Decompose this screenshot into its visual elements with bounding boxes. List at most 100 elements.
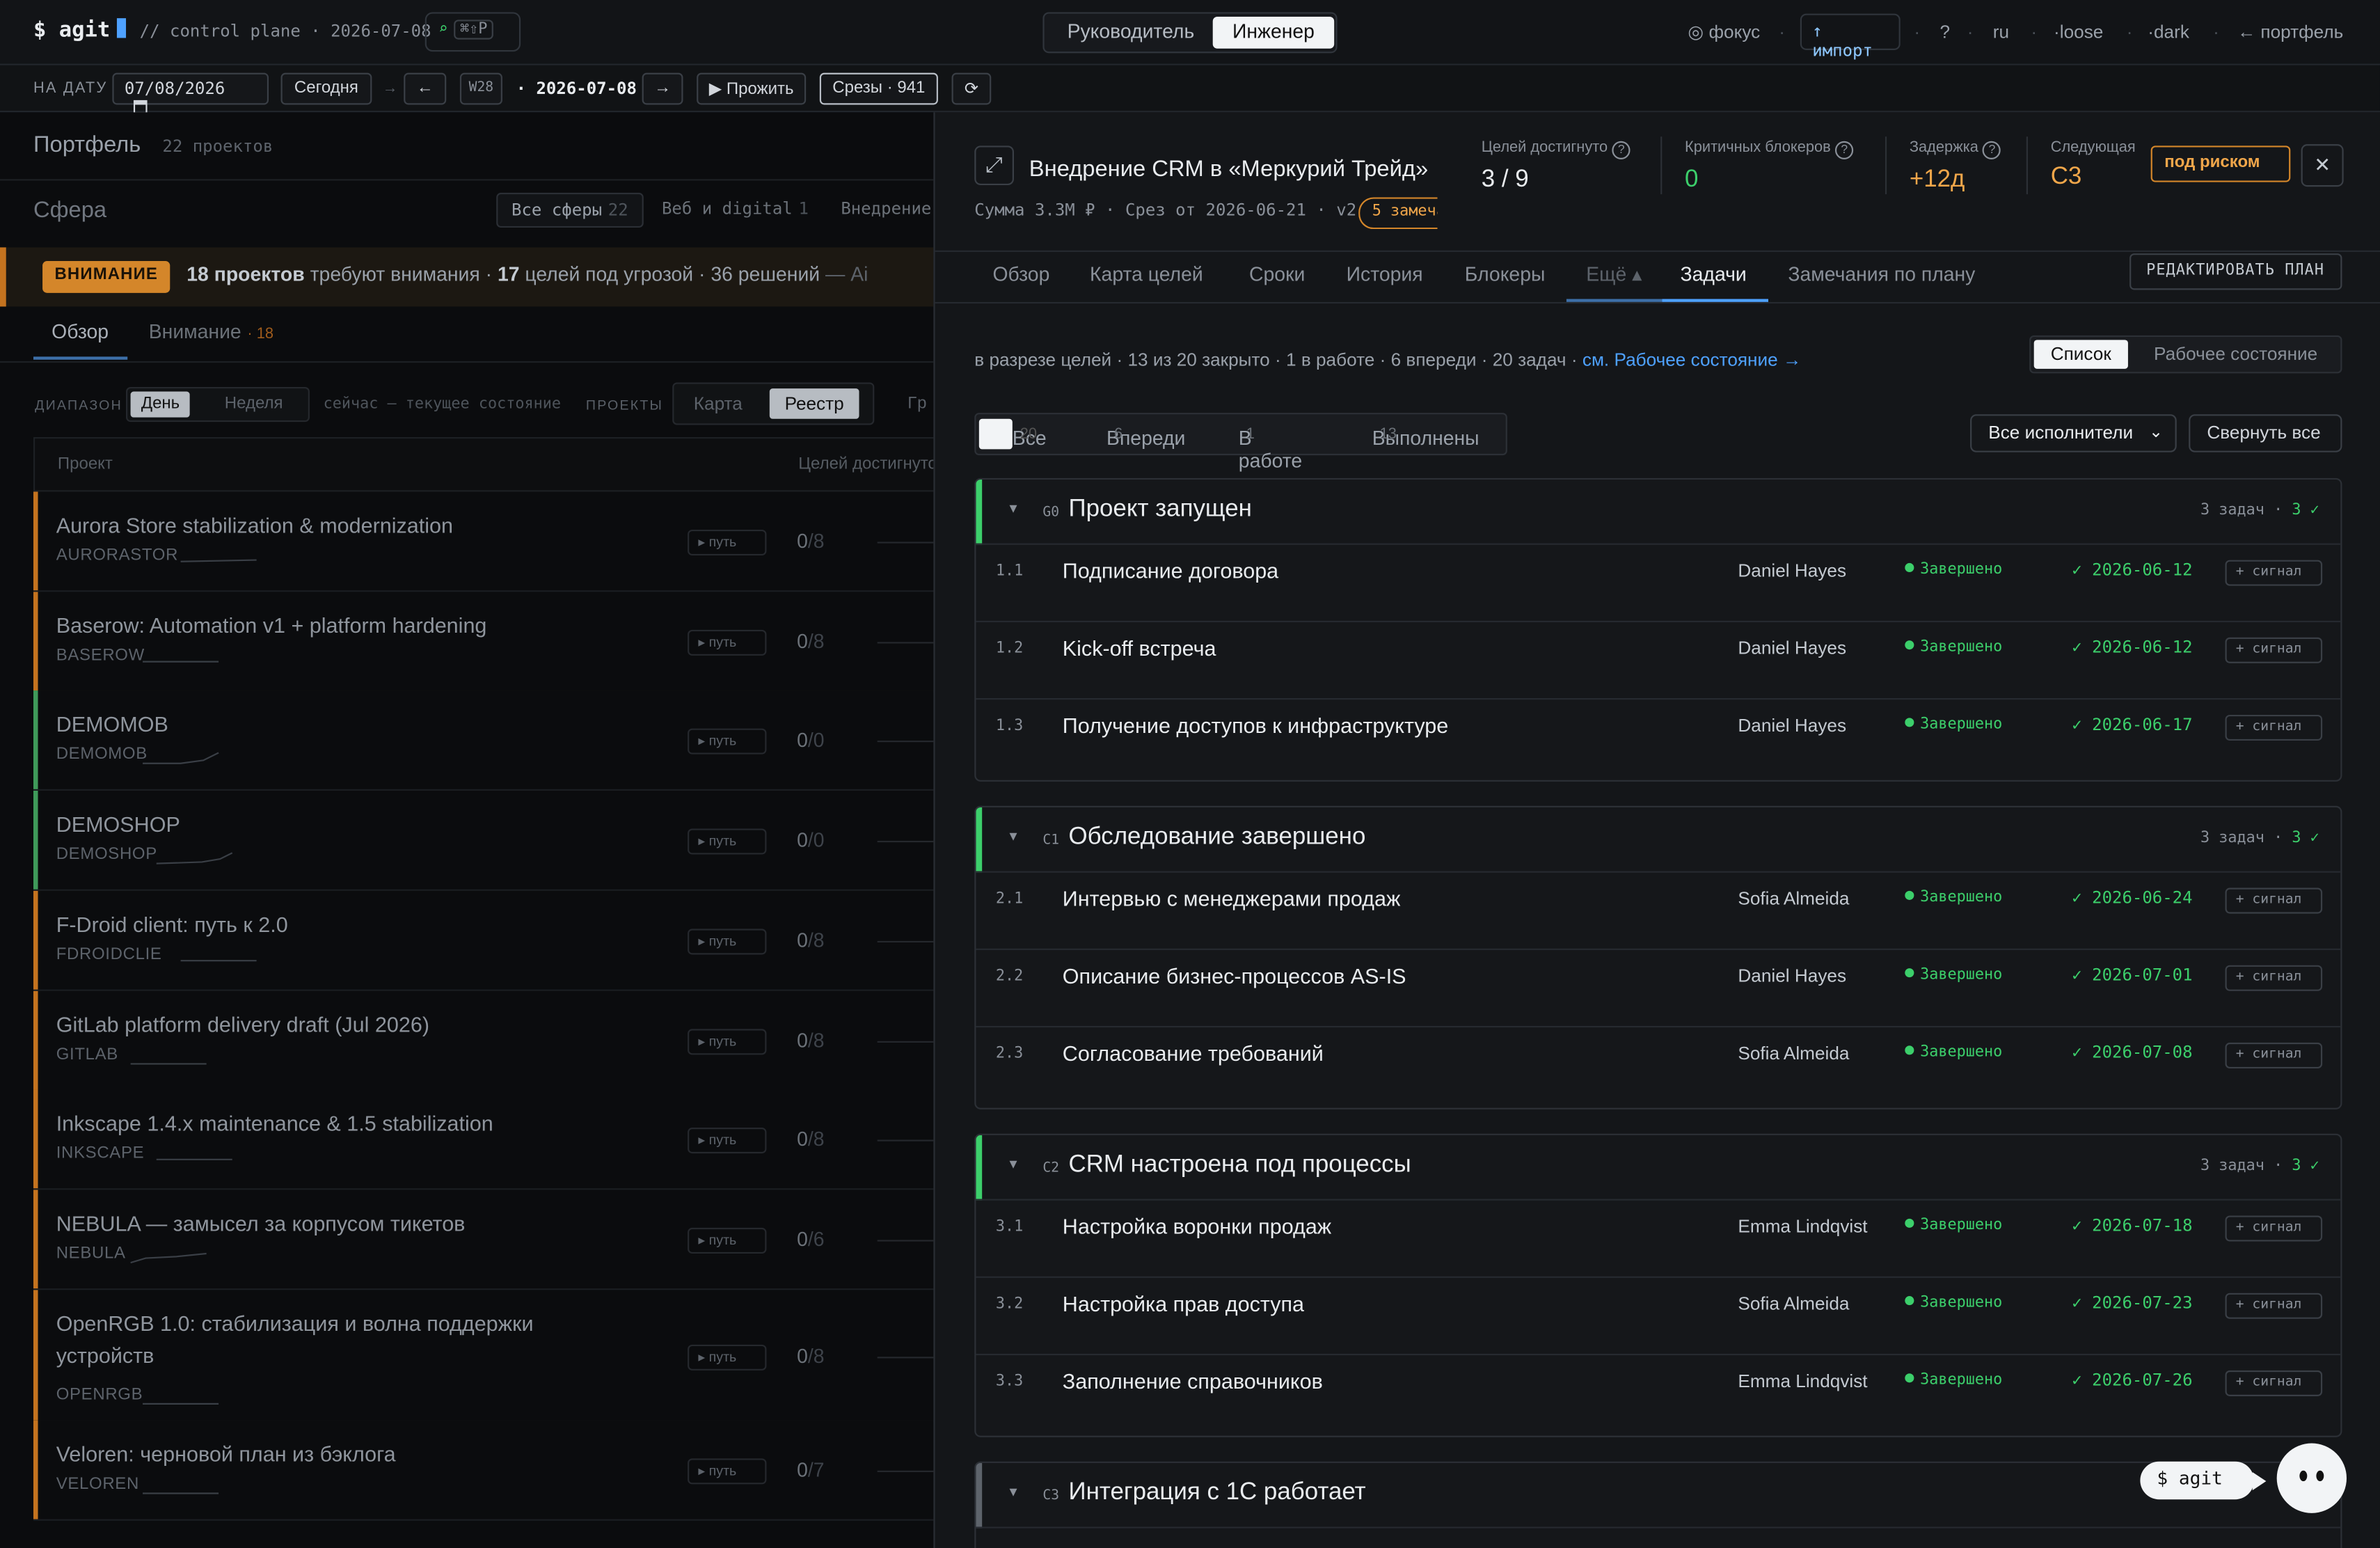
back-to-portfolio-link[interactable]: ← портфель xyxy=(2237,22,2343,43)
assistant-avatar[interactable] xyxy=(2276,1443,2347,1513)
slices-button[interactable]: Срезы · 941 xyxy=(819,72,938,105)
assignee-select[interactable]: Все исполнители ⌄ xyxy=(1970,414,2177,452)
help-icon[interactable]: ? xyxy=(1835,141,1854,159)
remarks-badge[interactable]: 5 замечаний xyxy=(1358,197,1438,230)
task-row[interactable]: 3.3 Заполнение справочников Emma Lindqvist… xyxy=(976,1355,2340,1432)
signal-button[interactable]: + сигнал xyxy=(2225,1293,2323,1319)
focus-toggle[interactable]: ◎ фокус xyxy=(1688,22,1760,43)
command-palette-button[interactable]: ⌕ ⌘⇧P xyxy=(425,12,521,52)
tab-plan-remarks[interactable]: Замечания по плану xyxy=(1788,262,1975,285)
path-button[interactable]: ▸ путь xyxy=(688,1343,767,1370)
project-row[interactable]: DEMOMOB DEMOMOB ▸ путь 0/0 xyxy=(33,690,934,791)
tab-overview[interactable]: Обзор xyxy=(992,262,1049,285)
task-row[interactable]: 3.1 Настройка воронки продаж Emma Lindqvis… xyxy=(976,1201,2341,1278)
task-row[interactable]: 1.3 Получение доступов к инфраструктуре Da… xyxy=(976,700,2340,777)
path-button[interactable]: ▸ путь xyxy=(688,929,767,955)
sphere-implementation-chip[interactable]: Внедрение xyxy=(827,193,934,228)
tab-more[interactable]: Ещё ▴ xyxy=(1586,262,1642,287)
tab-tasks[interactable]: Задачи xyxy=(1680,262,1746,285)
collapse-all-button[interactable]: Свернуть все xyxy=(2189,414,2342,452)
task-row[interactable]: 2.2 Описание бизнес-процессов AS-IS Daniel… xyxy=(976,950,2341,1028)
project-row[interactable]: Veloren: черновой план из бэклога VELOREN… xyxy=(33,1420,934,1521)
edit-plan-button[interactable]: РЕДАКТИРОВАТЬ ПЛАН xyxy=(2129,253,2342,290)
tab-blockers[interactable]: Блокеры xyxy=(1465,262,1546,285)
project-row[interactable]: F-Droid client: путь к 2.0 FDROIDCLIE ▸ пу… xyxy=(33,890,934,991)
task-row[interactable]: 2.3 Согласование требований Sofia Almeida З… xyxy=(976,1027,2340,1105)
language-toggle[interactable]: ru xyxy=(1993,22,2009,43)
project-row[interactable]: Inkscape 1.4.x maintenance & 1.5 stabili… xyxy=(33,1089,934,1190)
signal-button[interactable]: + сигнал xyxy=(2225,714,2323,741)
path-button[interactable]: ▸ путь xyxy=(688,728,767,755)
signal-button[interactable]: + сигнал xyxy=(2225,965,2323,991)
import-button[interactable]: ↑ импорт xyxy=(1800,13,1901,61)
signal-button[interactable]: + сигнал xyxy=(2225,1370,2323,1396)
role-engineer-button[interactable]: Инженер xyxy=(1212,16,1335,49)
goal-header[interactable]: ▾ C2 CRM настроена под процессы 3 задач · 3… xyxy=(976,1135,2341,1201)
prev-week-button[interactable]: ← xyxy=(404,72,447,105)
help-icon[interactable]: ? xyxy=(1612,141,1631,159)
sphere-all-chip[interactable]: Все сферы 22 xyxy=(496,192,644,228)
tab-overview[interactable]: Обзор xyxy=(51,320,109,343)
task-row[interactable]: 1.2 Kick-off встреча Daniel Hayes Завершено… xyxy=(976,622,2341,700)
live-play-button[interactable]: ▶ Прожить xyxy=(697,72,807,105)
path-button[interactable]: ▸ путь xyxy=(688,828,767,855)
path-button[interactable]: ▸ путь xyxy=(688,1128,767,1154)
goal-header[interactable]: ▾ G0 Проект запущен 3 задач · 3 ✓ xyxy=(976,480,2341,545)
help-button[interactable]: ? xyxy=(1939,22,1950,43)
view-map-button[interactable]: Карта xyxy=(679,388,758,419)
signal-button[interactable]: + сигнал xyxy=(2225,1042,2323,1068)
goal-header[interactable]: ▾ C1 Обследование завершено 3 задач · 3 ✓ xyxy=(976,807,2341,873)
sphere-web-chip[interactable]: Веб и digital 1 xyxy=(648,193,822,228)
project-row[interactable]: Aurora Store stabilization & modernizati… xyxy=(33,491,934,592)
path-button[interactable]: ▸ путь xyxy=(688,1029,767,1055)
toggle-icon[interactable]: ▾ xyxy=(1009,1156,1017,1173)
tab-attention[interactable]: Внимание · 18 xyxy=(149,320,273,343)
filter-in-progress[interactable]: В работе 1 xyxy=(1205,419,1302,472)
goal-header[interactable]: ▾ C3 Интеграция с 1С работает xyxy=(976,1463,2341,1529)
task-row[interactable]: 1.1 Подписание договора Daniel Hayes Заверш… xyxy=(976,545,2341,622)
signal-button[interactable]: + сигнал xyxy=(2225,887,2323,914)
app-logo[interactable]: $ agit xyxy=(33,18,126,42)
range-day-button[interactable]: День xyxy=(130,391,191,418)
refresh-icon[interactable]: ⟳ xyxy=(951,72,992,105)
project-row[interactable]: NEBULA — замысел за корпусом тикетов NEBU… xyxy=(33,1190,934,1290)
tab-goal-map[interactable]: Карта целей xyxy=(1090,262,1203,285)
path-button[interactable]: ▸ путь xyxy=(688,629,767,656)
working-state-link[interactable]: см. Рабочее состояние → xyxy=(1582,349,1801,370)
view-working-state-button[interactable]: Рабочее состояние xyxy=(2137,340,2334,368)
range-week-button[interactable]: Неделя xyxy=(214,392,294,418)
today-button[interactable]: Сегодня xyxy=(280,72,372,105)
close-icon[interactable]: ✕ xyxy=(2301,144,2344,187)
theme-toggle[interactable]: ·dark xyxy=(2148,22,2189,43)
signal-button[interactable]: + сигнал xyxy=(2225,560,2323,586)
project-row[interactable]: OpenRGB 1.0: стабилизация и волна поддер… xyxy=(33,1290,934,1423)
project-row[interactable]: Baserow: Automation v1 + platform harden… xyxy=(33,592,934,693)
next-week-button[interactable]: → xyxy=(642,72,683,105)
project-row[interactable]: DEMOSHOP DEMOSHOP ▸ путь 0/0 xyxy=(33,790,934,891)
role-manager-button[interactable]: Руководитель xyxy=(1049,17,1213,49)
toggle-icon[interactable]: ▾ xyxy=(1009,1484,1017,1501)
tab-timeline[interactable]: Сроки xyxy=(1249,262,1305,285)
help-icon[interactable]: ? xyxy=(1983,141,2001,159)
assistant-bubble[interactable]: $ agit xyxy=(2140,1461,2254,1500)
path-button[interactable]: ▸ путь xyxy=(688,1227,767,1254)
task-row[interactable]: 2.1 Интервью с менеджерами продаж Sofia Al… xyxy=(976,873,2341,950)
tab-history[interactable]: История xyxy=(1347,262,1423,285)
project-name: Inkscape 1.4.x maintenance & 1.5 stabili… xyxy=(56,1111,493,1135)
filter-done[interactable]: Выполнены 13 xyxy=(1339,419,1479,450)
project-row[interactable]: GitLab platform delivery draft (Jul 2026… xyxy=(33,990,934,1091)
filter-all[interactable]: Все 20 xyxy=(978,418,1047,450)
expand-icon[interactable]: ⤢ xyxy=(974,145,1014,186)
filter-ahead[interactable]: Впереди 6 xyxy=(1073,419,1185,450)
toggle-icon[interactable]: ▾ xyxy=(1009,501,1017,518)
path-button[interactable]: ▸ путь xyxy=(688,1458,767,1485)
toggle-icon[interactable]: ▾ xyxy=(1009,828,1017,845)
date-input[interactable]: 07/08/2026 xyxy=(112,72,269,114)
task-row[interactable]: 3.2 Настройка прав доступа Sofia Almeida За… xyxy=(976,1278,2341,1356)
view-list-button[interactable]: Список xyxy=(2033,340,2128,369)
path-button[interactable]: ▸ путь xyxy=(688,529,767,556)
signal-button[interactable]: + сигнал xyxy=(2225,637,2323,663)
signal-button[interactable]: + сигнал xyxy=(2225,1215,2323,1242)
view-registry-button[interactable]: Реестр xyxy=(769,388,859,419)
density-toggle[interactable]: ·loose xyxy=(2054,22,2103,43)
